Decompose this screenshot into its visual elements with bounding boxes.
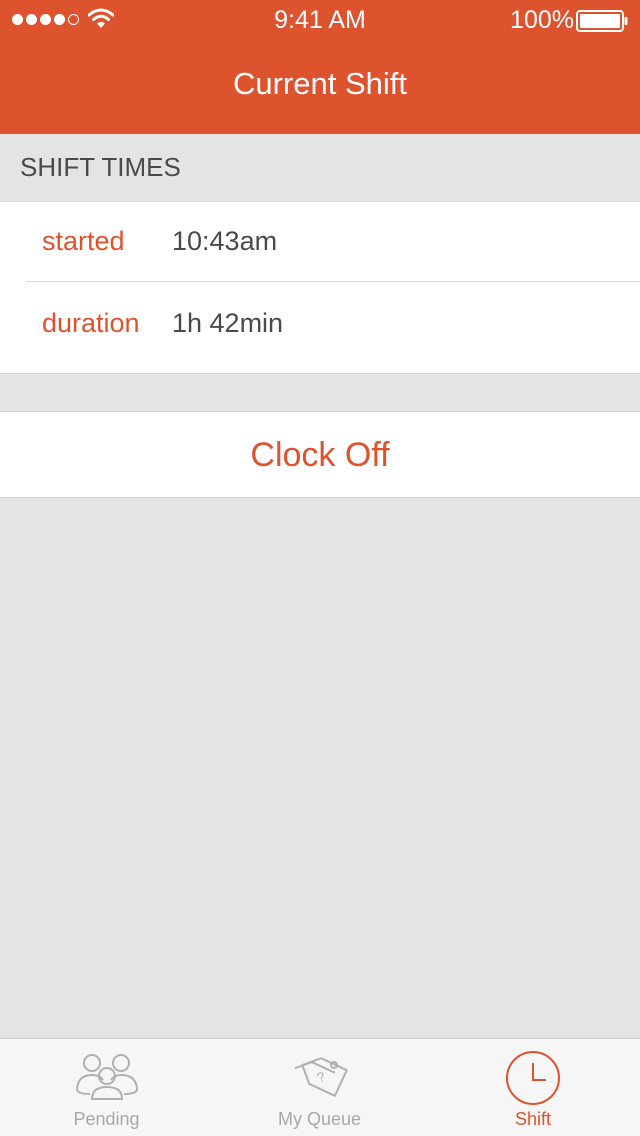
- duration-value: 1h 42min: [172, 308, 284, 338]
- tab-my-queue[interactable]: ? My Queue: [213, 1039, 426, 1136]
- tab-bar: Pending ? My Queue Shift: [0, 1038, 640, 1136]
- duration-label: duration: [42, 308, 140, 338]
- battery-icon: [576, 10, 628, 32]
- shift-time-row-started: started 10:43am: [0, 202, 640, 282]
- battery-percentage: 100%: [510, 6, 574, 34]
- shift-time-row-duration: duration 1h 42min: [0, 284, 640, 364]
- navigation-header: 9:41 AM 100% Current Shift: [0, 0, 640, 134]
- row-divider: [26, 281, 640, 282]
- tags-icon: ?: [294, 1057, 348, 1097]
- svg-text:?: ?: [314, 1068, 327, 1086]
- started-label: started: [42, 226, 125, 256]
- page-title: Current Shift: [232, 66, 407, 101]
- started-value: 10:43am: [172, 226, 278, 256]
- tab-shift[interactable]: Shift: [426, 1039, 640, 1136]
- tab-pending-label: Pending: [73, 1109, 140, 1129]
- status-bar: 9:41 AM 100%: [0, 0, 640, 40]
- tab-shift-label: Shift: [514, 1109, 552, 1129]
- tab-pending[interactable]: Pending: [0, 1039, 213, 1136]
- clock-off-button[interactable]: Clock Off: [0, 411, 640, 498]
- tab-my-queue-label: My Queue: [277, 1109, 362, 1129]
- section-header-shift-times: SHIFT TIMES: [20, 152, 181, 182]
- clock-icon: [506, 1051, 560, 1105]
- people-group-icon: [75, 1054, 138, 1100]
- shift-times-card: started 10:43am duration 1h 42min: [0, 201, 640, 374]
